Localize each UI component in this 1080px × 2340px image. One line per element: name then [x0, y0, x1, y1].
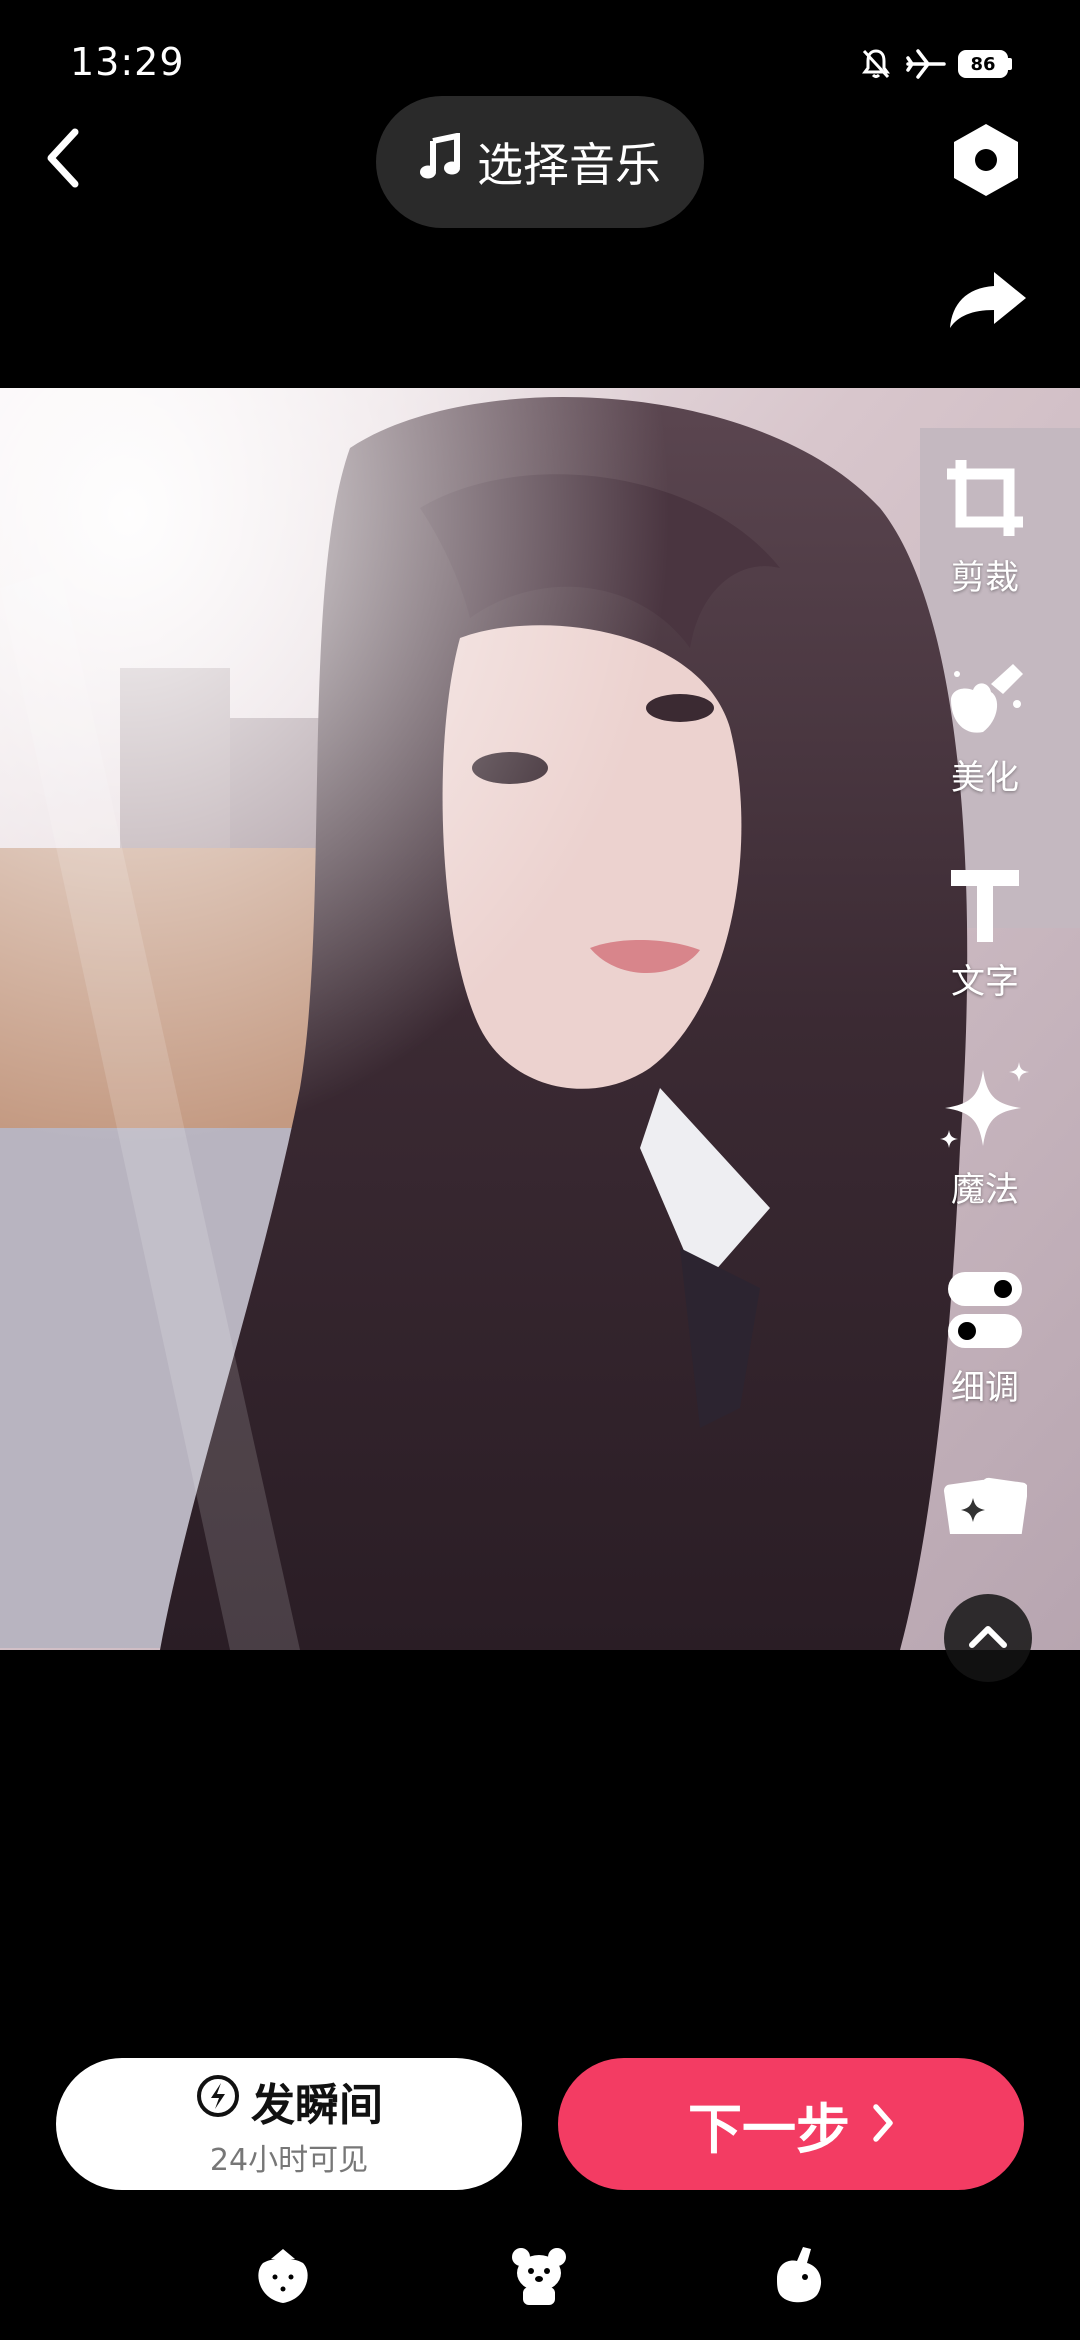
next-step-button[interactable]: 下一步 [558, 2058, 1024, 2190]
tool-sticker[interactable] [930, 1474, 1040, 1543]
chevron-left-icon [43, 128, 83, 192]
bell-off-icon [856, 44, 896, 84]
bunny-icon[interactable] [764, 2240, 834, 2310]
expand-tools-button[interactable] [944, 1594, 1032, 1682]
next-step-label: 下一步 [688, 2097, 850, 2161]
tool-adjust[interactable]: 细调 [930, 1270, 1040, 1409]
beauty-icon [943, 660, 1027, 744]
post-moment-button[interactable]: 发瞬间 24小时可见 [56, 2058, 522, 2190]
bear-icon[interactable] [504, 2240, 574, 2310]
moment-icon [195, 2073, 241, 2130]
post-moment-sublabel: 24小时可见 [209, 2143, 369, 2178]
battery-tip [1008, 58, 1012, 70]
tool-crop[interactable]: 剪裁 [930, 456, 1040, 599]
crop-icon [943, 456, 1027, 544]
share-arrow-icon [948, 270, 1028, 334]
tool-beauty[interactable]: 美化 [930, 660, 1040, 799]
tool-magic-label: 魔法 [951, 1170, 1019, 1210]
tool-beauty-label: 美化 [951, 758, 1019, 798]
tool-text-label: 文字 [951, 962, 1019, 1002]
sparkle-icon [939, 1060, 1031, 1156]
select-music-button[interactable]: 选择音乐 [376, 96, 704, 228]
strawberry-icon[interactable] [248, 2240, 318, 2310]
tool-adjust-label: 细调 [951, 1368, 1019, 1408]
tool-crop-label: 剪裁 [951, 558, 1019, 598]
settings-button[interactable] [946, 122, 1026, 202]
share-button[interactable] [946, 264, 1030, 340]
battery-icon: 86 [958, 50, 1008, 78]
sticker-cards-icon [943, 1474, 1029, 1543]
airplane-icon [904, 44, 948, 84]
tool-magic[interactable]: 魔法 [930, 1060, 1040, 1211]
tool-text[interactable]: 文字 [930, 864, 1040, 1003]
text-icon [945, 864, 1025, 948]
photo-preview[interactable] [0, 388, 1080, 1650]
music-note-icon [419, 131, 463, 192]
hexagon-settings-icon [950, 122, 1022, 202]
back-button[interactable] [30, 120, 96, 200]
toggle-icon [946, 1270, 1024, 1354]
chevron-right-icon [872, 2093, 894, 2156]
chevron-up-icon [968, 1623, 1008, 1653]
select-music-label: 选择音乐 [477, 138, 661, 192]
status-time: 13:29 [70, 40, 185, 84]
post-moment-label: 发瞬间 [251, 2080, 383, 2131]
